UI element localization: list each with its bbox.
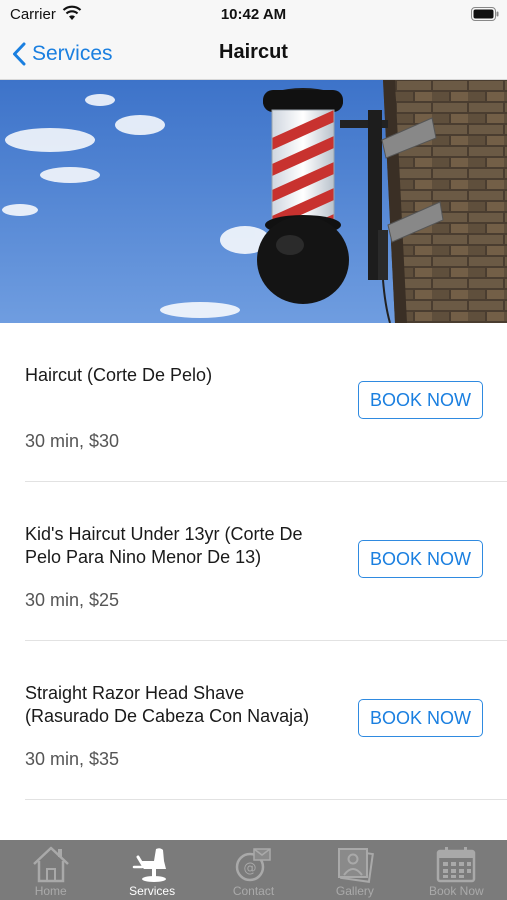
service-row[interactable]: Kid's Haircut Under 13yr (Corte De Pelo …: [0, 482, 507, 641]
book-now-button[interactable]: BOOK NOW: [358, 699, 483, 737]
service-name: Straight Razor Head Shave (Rasurado De C…: [25, 683, 310, 726]
service-name: Haircut (Corte De Pelo): [25, 365, 213, 385]
calendar-icon: [435, 844, 477, 884]
service-name: Kid's Haircut Under 13yr (Corte De Pelo …: [25, 524, 303, 567]
contact-icon: @: [234, 844, 274, 884]
book-now-button[interactable]: BOOK NOW: [358, 540, 483, 578]
tab-label: Book Now: [428, 884, 484, 898]
row-divider: [25, 799, 507, 800]
tab-services[interactable]: Services: [101, 840, 202, 900]
tab-label: Contact: [232, 884, 275, 898]
barber-chair-icon: [130, 844, 174, 884]
service-row[interactable]: Straight Razor Head Shave (Rasurado De C…: [0, 641, 507, 800]
tab-label: Home: [34, 884, 67, 898]
navigation-bar: Services Haircut: [0, 30, 507, 80]
tab-contact[interactable]: @ Contact: [203, 840, 304, 900]
chevron-left-icon: [13, 42, 26, 66]
service-row[interactable]: Haircut (Corte De Pelo) 30 min, $30 BOOK…: [0, 323, 507, 482]
status-bar: Carrier 10:42 AM: [0, 0, 507, 30]
tab-label: Services: [129, 884, 176, 898]
service-duration-price: 30 min, $25: [25, 590, 120, 610]
tab-home[interactable]: Home: [0, 840, 101, 900]
tab-label: Gallery: [335, 884, 374, 898]
service-duration-price: 30 min, $30: [25, 431, 120, 451]
tab-gallery[interactable]: Gallery: [304, 840, 405, 900]
svg-text:@: @: [243, 861, 256, 876]
service-list: Haircut (Corte De Pelo) 30 min, $30 BOOK…: [0, 323, 507, 800]
tab-book-now[interactable]: Book Now: [406, 840, 507, 900]
tab-bar: Home Services @ Contact Gallery Book Now: [0, 840, 507, 900]
back-button[interactable]: Services: [12, 38, 113, 70]
battery-icon: [471, 7, 499, 26]
gallery-icon: [334, 844, 376, 884]
hero-image: [0, 80, 507, 323]
home-icon: [31, 844, 71, 884]
status-time: 10:42 AM: [220, 6, 287, 23]
back-button-label: Services: [32, 42, 113, 65]
book-now-button[interactable]: BOOK NOW: [358, 381, 483, 419]
service-duration-price: 30 min, $35: [25, 749, 120, 769]
